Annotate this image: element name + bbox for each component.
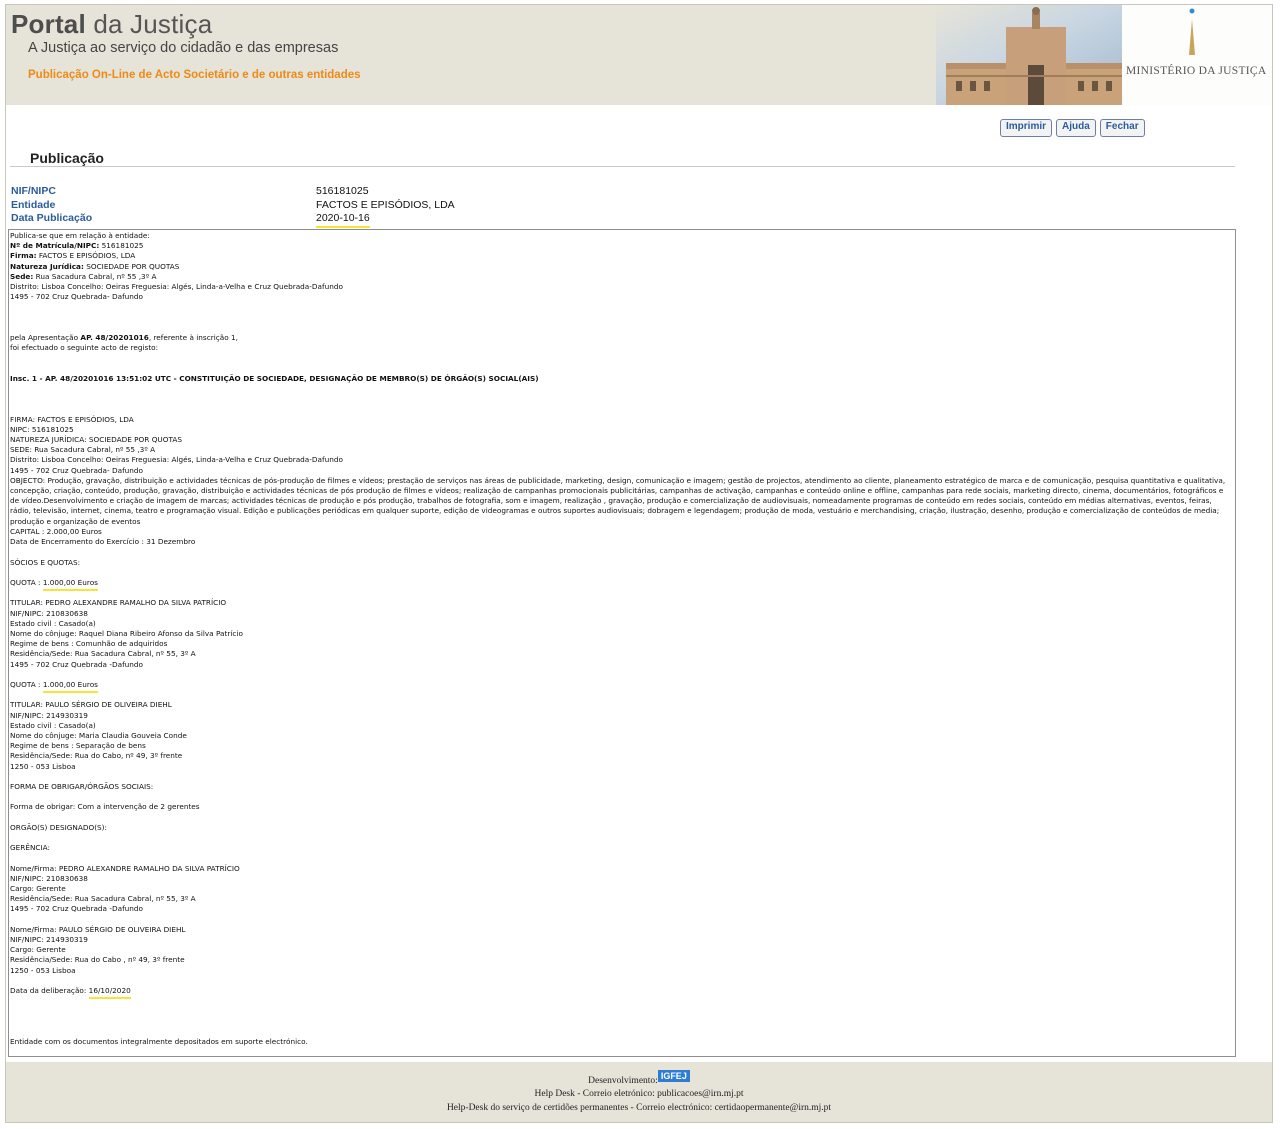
ministry-emblem-icon: [1189, 8, 1195, 55]
help-button[interactable]: Ajuda: [1056, 119, 1096, 137]
print-button[interactable]: Imprimir: [1000, 119, 1053, 137]
publication-date-value: 2020-10-16: [316, 212, 370, 228]
entity-value: FACTOS E EPISÓDIOS, LDA: [316, 199, 455, 211]
lisbon-arch-photo: [936, 5, 1131, 105]
helpdesk-line: Help Desk - Correio eletrónico: publicac…: [534, 1089, 744, 1099]
deliberation-date-value: 16/10/2020: [88, 986, 131, 1000]
publication-document: Publica-se que em relação à entidade: Nº…: [8, 229, 1236, 1057]
site-footer: Desenvolvimento: IGFEJ Help Desk - Correi…: [6, 1062, 1272, 1122]
development-credit: Desenvolvimento: IGFEJ: [6, 1070, 1272, 1086]
site-title[interactable]: Portal da Justiça: [11, 9, 212, 40]
inscription-title: Insc. 1 - AP. 48/20201016 13:51:02 UTC -…: [10, 373, 539, 383]
site-header: Portal da Justiça A Justiça ao serviço d…: [6, 5, 1272, 105]
service-subtitle: Publicação On-Line de Acto Societário e …: [28, 69, 361, 81]
nif-value: 516181025: [316, 185, 369, 197]
action-toolbar: Imprimir Ajuda Fechar: [1000, 119, 1145, 137]
quota-1-value: 1.000,00 Euros: [42, 577, 98, 591]
helpdesk-cert-line: Help-Desk do serviço de certidões perman…: [446, 1103, 832, 1113]
document-text: Publica-se que em relação à entidade: Nº…: [10, 231, 1228, 1047]
nif-label: NIF/NIPC: [11, 185, 56, 197]
divider: [10, 166, 1235, 167]
page-title: Publicação: [30, 150, 104, 166]
date-label: Data Publicação: [11, 212, 93, 224]
ministry-label: MINISTÉRIO DA JUSTIÇA: [1126, 65, 1267, 77]
ministry-panel: [1122, 5, 1272, 105]
entity-label: Entidade: [11, 199, 56, 211]
site-tagline: A Justiça ao serviço do cidadão e das em…: [28, 40, 339, 56]
quota-2-value: 1.000,00 Euros: [42, 679, 98, 693]
close-button[interactable]: Fechar: [1099, 119, 1145, 137]
igfej-logo[interactable]: IGFEJ: [657, 1070, 690, 1082]
